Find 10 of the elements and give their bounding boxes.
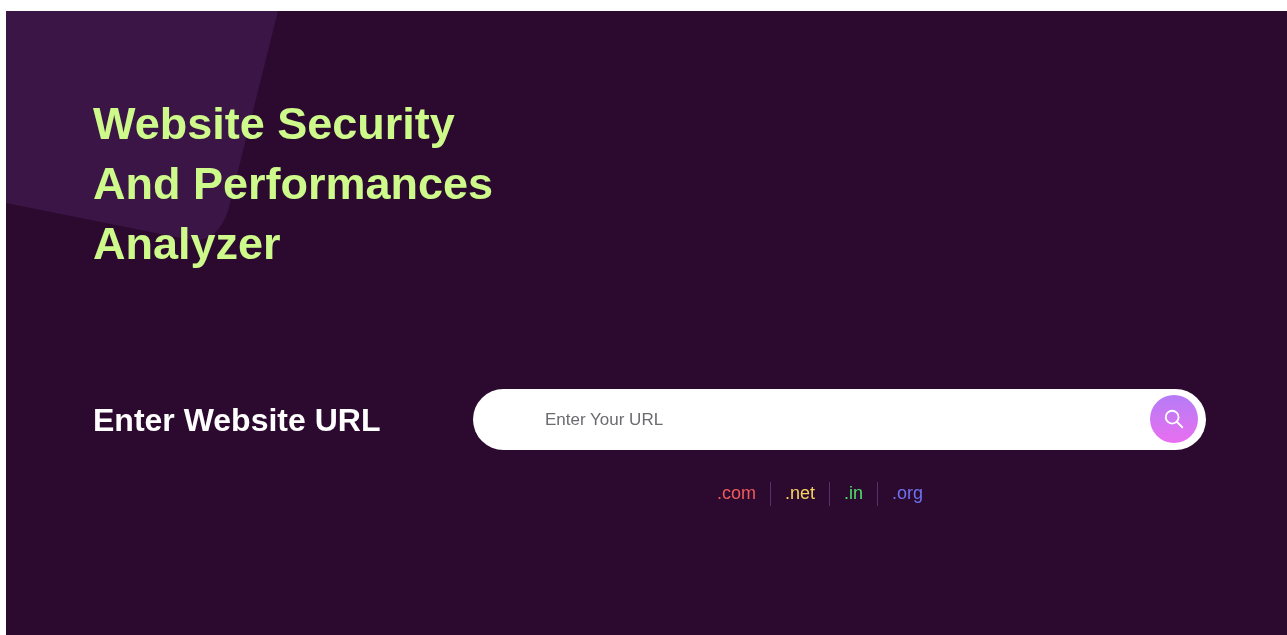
page-title: Analyzer [93,217,281,271]
url-label: Enter Website URL [93,400,382,440]
page-title: Website Security [93,97,455,151]
page-title: And Performances [93,157,494,211]
domain-link[interactable]: .in [844,480,864,507]
domain-link[interactable]: .org [892,480,924,507]
domain-link[interactable]: .com [717,480,756,507]
search-icon [1163,408,1185,430]
domain-link[interactable]: .net [785,480,816,507]
url-field[interactable]: Enter Your URL [473,389,1206,450]
